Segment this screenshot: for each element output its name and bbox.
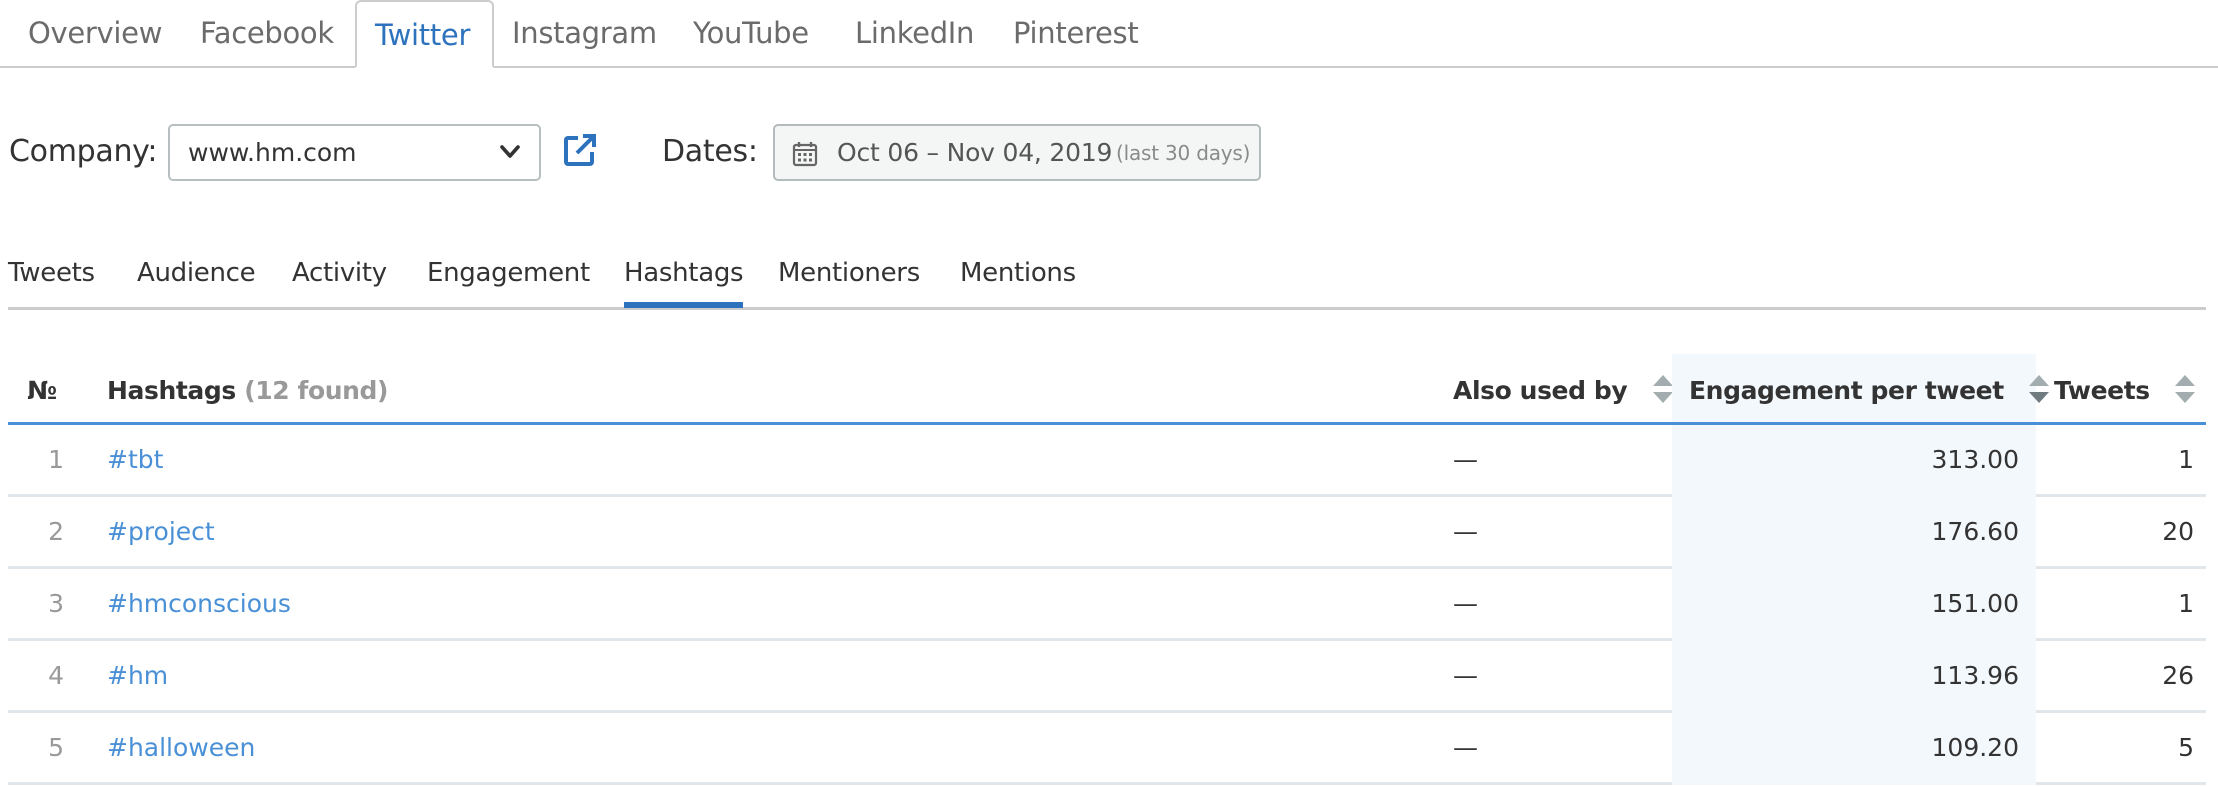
dates-label: Dates: <box>662 134 758 169</box>
hashtags-count: (12 found) <box>244 376 389 405</box>
subtab-hashtags[interactable]: Hashtags <box>624 248 744 308</box>
col-engagement[interactable]: Engagement per tweet <box>1672 354 2050 428</box>
row-number: 5 <box>48 733 64 762</box>
row-number: 2 <box>48 517 64 546</box>
sort-icon[interactable] <box>1652 373 1674 405</box>
subtab-audience[interactable]: Audience <box>137 248 256 298</box>
table-row: 4 #hm — 113.96 26 <box>8 641 2206 713</box>
engagement-value: 176.60 <box>1672 497 2036 569</box>
col-engagement-label: Engagement per tweet <box>1689 376 2004 405</box>
subtab-mentions[interactable]: Mentions <box>960 248 1076 298</box>
company-label: Company: <box>9 134 158 169</box>
col-tweets-label: Tweets <box>2054 376 2150 405</box>
platform-tabs: Overview Facebook Twitter Instagram YouT… <box>0 0 2218 68</box>
tweets-value: 26 <box>2162 661 2194 690</box>
chevron-down-icon <box>500 145 520 158</box>
subtab-activity[interactable]: Activity <box>292 248 387 298</box>
company-value: www.hm.com <box>188 138 357 167</box>
engagement-value: 313.00 <box>1672 425 2036 497</box>
col-also-used-by[interactable]: Also used by <box>1453 354 1674 425</box>
col-also-used-by-label: Also used by <box>1453 376 1628 405</box>
subtab-tweets[interactable]: Tweets <box>8 248 95 298</box>
also-used-by-value: — <box>1453 517 1478 546</box>
tweets-value: 1 <box>2178 589 2194 618</box>
table-row: 5 #halloween — 109.20 5 <box>8 713 2206 785</box>
date-range-picker[interactable]: Oct 06 – Nov 04, 2019 (last 30 days) <box>773 124 1261 181</box>
engagement-value: 151.00 <box>1672 569 2036 641</box>
hashtags-table: № Hashtags (12 found) Also used by Engag… <box>8 354 2206 785</box>
also-used-by-value: — <box>1453 661 1478 690</box>
date-range-text: Oct 06 – Nov 04, 2019 <box>837 138 1113 167</box>
row-number: 3 <box>48 589 64 618</box>
also-used-by-value: — <box>1453 733 1478 762</box>
sort-icon[interactable] <box>2174 373 2196 405</box>
tweets-value: 1 <box>2178 445 2194 474</box>
tweets-value: 5 <box>2178 733 2194 762</box>
hashtag-link[interactable]: #hm <box>107 641 168 710</box>
row-number: 1 <box>48 445 64 474</box>
also-used-by-value: — <box>1453 445 1478 474</box>
table-row: 3 #hmconscious — 151.00 1 <box>8 569 2206 641</box>
table-row: 1 #tbt — 313.00 1 <box>8 425 2206 497</box>
hashtag-link[interactable]: #tbt <box>107 425 163 494</box>
engagement-value: 113.96 <box>1672 641 2036 713</box>
row-number: 4 <box>48 661 64 690</box>
tab-youtube[interactable]: YouTube <box>693 0 809 68</box>
col-number: № <box>27 376 57 405</box>
subtab-engagement[interactable]: Engagement <box>427 248 590 298</box>
tab-pinterest[interactable]: Pinterest <box>1013 0 1139 68</box>
tab-twitter[interactable]: Twitter <box>355 0 494 68</box>
date-range-hint: (last 30 days) <box>1116 141 1251 165</box>
hashtag-link[interactable]: #project <box>107 497 215 566</box>
calendar-icon <box>792 142 818 167</box>
tab-overview[interactable]: Overview <box>28 0 162 68</box>
tab-linkedin[interactable]: LinkedIn <box>855 0 974 68</box>
col-tweets[interactable]: Tweets <box>2054 354 2196 425</box>
sort-desc-icon[interactable] <box>2028 373 2050 405</box>
table-row: 2 #project — 176.60 20 <box>8 497 2206 569</box>
col-hashtags: Hashtags (12 found) <box>107 354 388 425</box>
engagement-value: 109.20 <box>1672 713 2036 785</box>
table-header: № Hashtags (12 found) Also used by Engag… <box>8 354 2206 428</box>
tab-facebook[interactable]: Facebook <box>200 0 334 68</box>
tweets-value: 20 <box>2162 517 2194 546</box>
external-link-icon[interactable] <box>562 132 598 168</box>
company-select[interactable]: www.hm.com <box>168 124 541 181</box>
also-used-by-value: — <box>1453 589 1478 618</box>
tab-instagram[interactable]: Instagram <box>512 0 657 68</box>
section-tabs: Tweets Audience Activity Engagement Hash… <box>8 248 2206 310</box>
hashtag-link[interactable]: #hmconscious <box>107 569 291 638</box>
hashtag-link[interactable]: #halloween <box>107 713 255 782</box>
col-hashtags-label: Hashtags <box>107 376 236 405</box>
subtab-mentioners[interactable]: Mentioners <box>778 248 920 298</box>
